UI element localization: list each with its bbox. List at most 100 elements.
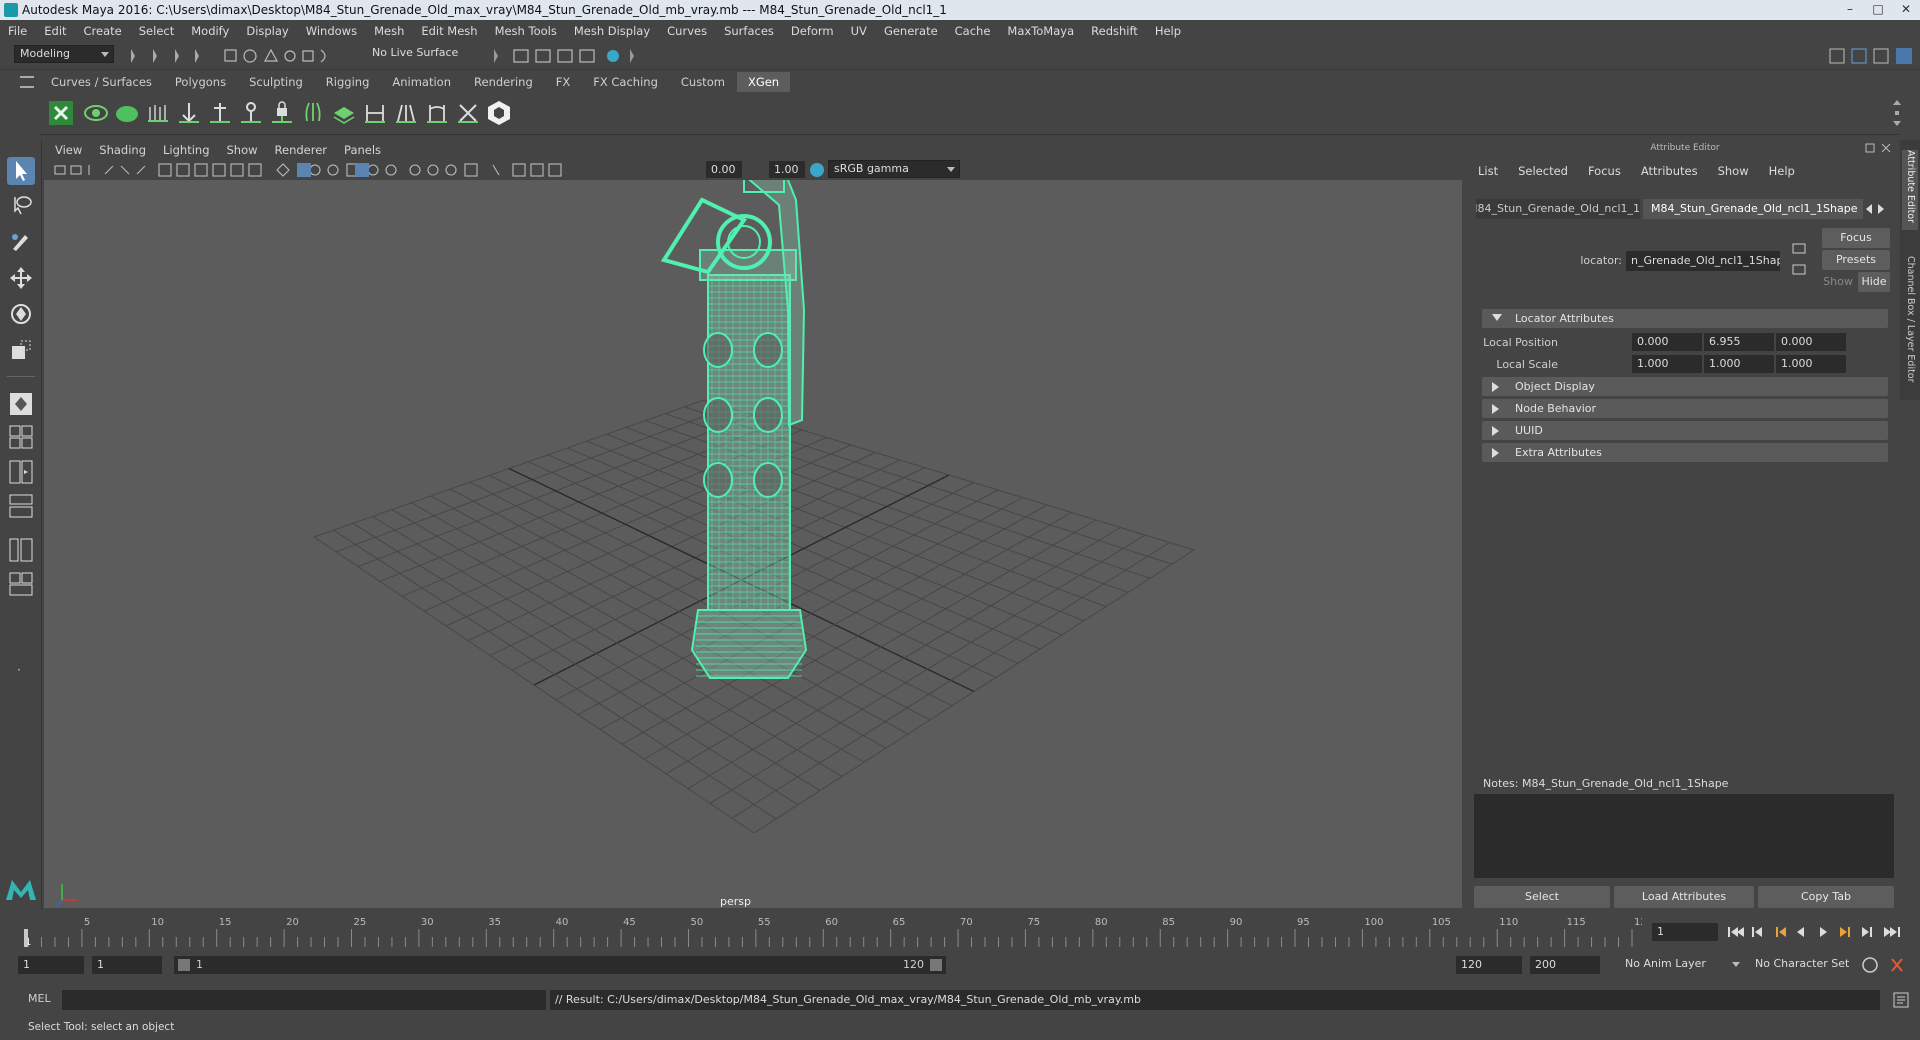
side-tab-channel-box[interactable]: Channel Box / Layer Editor — [1902, 256, 1918, 396]
tab-curves-surfaces[interactable]: Curves / Surfaces — [40, 72, 163, 92]
color-management-icon[interactable] — [809, 162, 825, 178]
menu-curves[interactable]: Curves — [667, 24, 707, 38]
color-space-dropdown[interactable]: sRGB gamma — [828, 160, 960, 178]
anim-layer-dropdown[interactable]: No Anim Layer — [1620, 956, 1744, 974]
tab-fx-caching[interactable]: FX Caching — [582, 72, 669, 92]
menu-modify[interactable]: Modify — [191, 24, 229, 38]
menu-select[interactable]: Select — [139, 24, 174, 38]
menu-create[interactable]: Create — [84, 24, 122, 38]
graph-layout-icon[interactable] — [7, 536, 35, 564]
toolbox-expand-icon[interactable]: · — [17, 663, 21, 677]
grenade-wireframe[interactable] — [55, 180, 808, 907]
shelf-menu-icon[interactable] — [20, 76, 34, 88]
ae-menu-list[interactable]: List — [1478, 164, 1498, 178]
xgen-add-guide-icon[interactable] — [206, 99, 234, 127]
tab-polygons[interactable]: Polygons — [164, 72, 237, 92]
section-node-behavior[interactable]: Node Behavior — [1482, 399, 1888, 418]
lasso-tool-icon[interactable] — [7, 192, 35, 220]
panel-menu-show[interactable]: Show — [227, 143, 258, 157]
live-surface-field[interactable]: No Live Surface — [367, 45, 472, 63]
xgen-cut-guides-icon[interactable] — [392, 99, 420, 127]
focus-button[interactable]: Focus — [1822, 228, 1890, 248]
xgen-guides-to-curves-icon[interactable] — [423, 99, 451, 127]
menu-surfaces[interactable]: Surfaces — [724, 24, 774, 38]
panel-menu-lighting[interactable]: Lighting — [163, 143, 209, 157]
xgen-description-icon[interactable] — [113, 99, 141, 127]
section-uuid[interactable]: UUID — [1482, 421, 1888, 440]
menu-mesh[interactable]: Mesh — [374, 24, 404, 38]
section-locator-attributes[interactable]: Locator Attributes — [1482, 309, 1888, 328]
show-button[interactable]: Show — [1822, 272, 1854, 292]
menu-file[interactable]: File — [8, 24, 27, 38]
selection-mask-icons[interactable] — [125, 47, 355, 65]
rotate-tool-icon[interactable] — [7, 300, 35, 328]
animation-start-field[interactable]: 1 — [18, 956, 84, 974]
section-extra-attributes[interactable]: Extra Attributes — [1482, 443, 1888, 462]
side-tab-attribute-editor[interactable]: Attribute Editor — [1902, 150, 1918, 230]
xgen-lock-guides-icon[interactable] — [268, 99, 296, 127]
section-object-display[interactable]: Object Display — [1482, 377, 1888, 396]
tab-shape-node[interactable]: M84_Stun_Grenade_Old_ncl1_1Shape — [1643, 199, 1863, 219]
tab-custom[interactable]: Custom — [670, 72, 736, 92]
menu-redshift[interactable]: Redshift — [1091, 24, 1138, 38]
exposure-field[interactable]: 0.00 — [706, 161, 742, 178]
ae-menu-attributes[interactable]: Attributes — [1641, 164, 1698, 178]
single-perspective-layout-icon[interactable] — [7, 390, 35, 418]
ae-menu-focus[interactable]: Focus — [1588, 164, 1621, 178]
menu-windows[interactable]: Windows — [306, 24, 357, 38]
xgen-logo-icon[interactable] — [47, 99, 75, 127]
menu-mesh-tools[interactable]: Mesh Tools — [495, 24, 557, 38]
ae-menu-show[interactable]: Show — [1718, 164, 1749, 178]
range-slider[interactable]: 1 120 — [174, 956, 946, 974]
local-position-z[interactable]: 0.000 — [1776, 333, 1846, 351]
menu-maxtomaya[interactable]: MaxToMaya — [1007, 24, 1074, 38]
tab-rendering[interactable]: Rendering — [463, 72, 544, 92]
range-start-handle[interactable] — [178, 959, 190, 971]
viewport-canvas[interactable] — [44, 180, 1462, 908]
ae-node-icons[interactable] — [1790, 240, 1810, 280]
select-tool-icon[interactable] — [7, 157, 35, 185]
tab-transform-node[interactable]: M84_Stun_Grenade_Old_ncl1_1 — [1476, 199, 1640, 219]
xgen-place-guides-icon[interactable] — [175, 99, 203, 127]
maximize-button[interactable]: □ — [1864, 0, 1892, 20]
tab-scroll-arrows-icon[interactable] — [1864, 203, 1886, 215]
local-position-x[interactable]: 0.000 — [1632, 333, 1702, 351]
panel-toolbar-icons[interactable] — [53, 162, 693, 178]
time-slider[interactable]: 1 5 10 15 20 25 30 35 40 45 50 55 60 65 70 75 80 85 90 95 10… — [22, 915, 1653, 948]
local-position-y[interactable]: 6.955 — [1704, 333, 1774, 351]
gamma-field[interactable]: 1.00 — [769, 161, 805, 178]
menu-display[interactable]: Display — [246, 24, 288, 38]
perspective-viewport[interactable] — [44, 180, 1462, 908]
xgen-hair-length-icon[interactable] — [361, 99, 389, 127]
current-time-marker[interactable] — [24, 929, 28, 947]
menu-mesh-display[interactable]: Mesh Display — [574, 24, 650, 38]
mode-dropdown[interactable]: Modeling — [14, 45, 114, 63]
ae-select-button[interactable]: Select — [1474, 886, 1610, 908]
range-end-handle[interactable] — [930, 959, 942, 971]
command-input[interactable] — [62, 990, 546, 1010]
local-scale-y[interactable]: 1.000 — [1704, 355, 1774, 373]
xgen-preview-icon[interactable] — [82, 99, 110, 127]
menu-help[interactable]: Help — [1155, 24, 1181, 38]
minimize-button[interactable]: – — [1836, 0, 1864, 20]
character-set-dropdown[interactable]: No Character Set — [1750, 956, 1872, 974]
playback-controls[interactable] — [1726, 924, 1916, 940]
presets-button[interactable]: Presets — [1822, 250, 1890, 270]
tab-rigging[interactable]: Rigging — [315, 72, 381, 92]
menu-cache[interactable]: Cache — [955, 24, 991, 38]
workspace-icons[interactable] — [1824, 46, 1916, 66]
outliner-layout-icon[interactable] — [7, 492, 35, 520]
close-button[interactable]: ✕ — [1892, 0, 1920, 20]
xgen-sculpt-guides-icon[interactable] — [237, 99, 265, 127]
local-scale-z[interactable]: 1.000 — [1776, 355, 1846, 373]
menu-generate[interactable]: Generate — [884, 24, 938, 38]
panel-menu-shading[interactable]: Shading — [99, 143, 146, 157]
ae-menu-selected[interactable]: Selected — [1518, 164, 1568, 178]
tab-animation[interactable]: Animation — [381, 72, 462, 92]
two-pane-layout-icon[interactable] — [7, 458, 35, 486]
playback-start-field[interactable]: 1 — [92, 956, 162, 974]
script-editor-icon[interactable] — [1892, 991, 1910, 1009]
playback-end-field[interactable]: 120 — [1456, 956, 1522, 974]
tab-xgen[interactable]: XGen — [736, 72, 791, 92]
copy-tab-button[interactable]: Copy Tab — [1758, 886, 1894, 908]
